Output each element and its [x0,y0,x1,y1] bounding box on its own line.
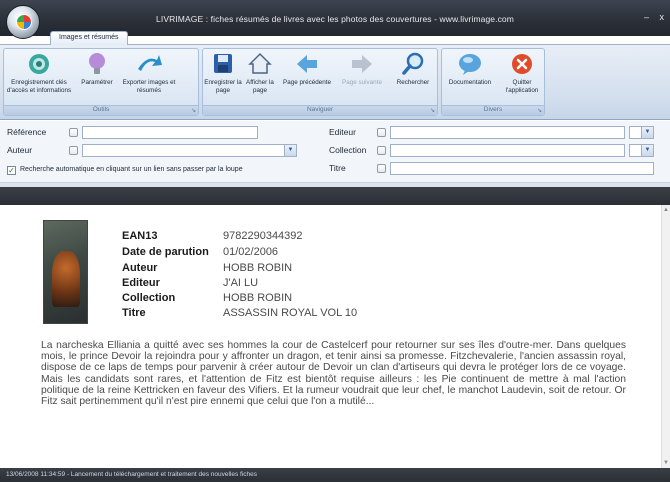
collection-checkbox[interactable] [377,146,386,155]
editeur-checkbox[interactable] [377,128,386,137]
collection-dropdown[interactable]: ▼ [629,144,654,157]
quitter-button[interactable]: Quitter l'application [500,51,544,95]
book-summary: La narcheska Elliania a quitté avec ses … [41,340,626,408]
enregistrement-cles-button[interactable]: Enregistrement clés d'accès et informati… [6,51,72,95]
page-precedente-button[interactable]: Page précédente [277,51,337,87]
group-naviguer: Enregistrer la page Afficher la page Pag… [202,48,438,116]
parametrer-button[interactable]: Paramétrer [76,51,118,87]
window-controls: – x [636,12,664,22]
book-detail-pane [0,205,661,468]
field-key-titre: Titre [122,307,146,319]
titre-label: Titre [329,163,346,173]
cover-figure [52,251,80,307]
enregistrer-page-button[interactable]: Enregistrer la page [203,51,243,95]
field-value-editeur: J'AI LU [223,277,259,289]
export-arrow-icon [138,55,162,71]
field-key-editeur: Editeur [122,277,160,289]
exporter-button[interactable]: Exporter images et résumés [120,51,178,95]
auto-search-label: Recherche automatique en cliquant sur un… [20,166,243,173]
field-value-auteur: HOBB ROBIN [223,262,293,274]
group-outils: Enregistrement clés d'accès et informati… [3,48,199,116]
titre-input[interactable] [390,162,654,175]
magnifier-icon [402,52,424,75]
arrow-left-icon [297,55,317,73]
scroll-down-icon[interactable]: ▼ [663,460,669,466]
group-divers: Documentation Quitter l'application Dive… [441,48,545,116]
close-button[interactable]: x [660,12,665,22]
reference-label: Référence [7,127,47,137]
tab-images-resumes[interactable]: Images et résumés [50,31,128,45]
ribbon: Enregistrement clés d'accès et informati… [0,44,670,120]
field-value-date: 01/02/2006 [223,246,279,258]
close-circle-icon [512,54,532,74]
minimize-button[interactable]: – [644,12,649,22]
help-bubble-icon [459,54,481,75]
gear-icon [29,54,49,74]
group-expand-icon[interactable]: ↘ [537,107,542,114]
field-key-auteur: Auteur [122,262,158,274]
chevron-down-icon: ▼ [641,145,653,156]
field-key-ean13: EAN13 [122,230,158,242]
auteur-checkbox[interactable] [69,146,78,155]
field-key-date: Date de parution [122,246,209,258]
scroll-up-icon[interactable]: ▲ [663,207,669,213]
auteur-dropdown[interactable]: ▼ [82,144,297,157]
arrow-right-icon [352,55,372,73]
status-bar: 13/06/2008 11:34:59 - Lancement du téléc… [0,468,670,482]
editeur-input[interactable] [390,126,625,139]
chevron-down-icon: ▼ [284,145,296,156]
field-value-titre: ASSASSIN ROYAL VOL 10 [223,307,358,319]
editeur-label: Editeur [329,127,356,137]
group-expand-icon[interactable]: ↘ [191,107,196,114]
results-header-bar [0,187,670,205]
group-label-outils: Outils [4,105,198,115]
app-menu-orb[interactable] [6,5,40,39]
vertical-scrollbar[interactable]: ▲ ▼ [661,205,670,468]
collection-input[interactable] [390,144,625,157]
page-suivante-button[interactable]: Page suivante [338,51,386,87]
field-value-ean13: 9782290344392 [223,230,303,242]
chevron-down-icon: ▼ [641,127,653,138]
reference-input[interactable] [82,126,258,139]
home-icon [248,52,272,74]
titre-checkbox[interactable] [377,164,386,173]
collection-label: Collection [329,145,367,155]
reference-checkbox[interactable] [69,128,78,137]
auteur-label: Auteur [7,145,33,155]
lightbulb-icon [89,53,105,74]
book-cover-image [43,220,88,324]
editeur-dropdown[interactable]: ▼ [629,126,654,139]
auto-search-checkbox[interactable]: ✓ [7,166,16,175]
window-title: LIVRIMAGE : fiches résumés de livres ave… [156,14,514,24]
save-icon [214,54,232,73]
app-logo-icon [16,14,32,30]
rechercher-button[interactable]: Rechercher [390,51,436,87]
group-label-divers: Divers [442,105,544,115]
group-label-naviguer: Naviguer [203,105,437,115]
afficher-page-button[interactable]: Afficher la page [244,51,276,95]
field-value-collection: HOBB ROBIN [223,292,293,304]
documentation-button[interactable]: Documentation [443,51,497,87]
field-key-collection: Collection [122,292,176,304]
group-expand-icon[interactable]: ↘ [430,107,435,114]
